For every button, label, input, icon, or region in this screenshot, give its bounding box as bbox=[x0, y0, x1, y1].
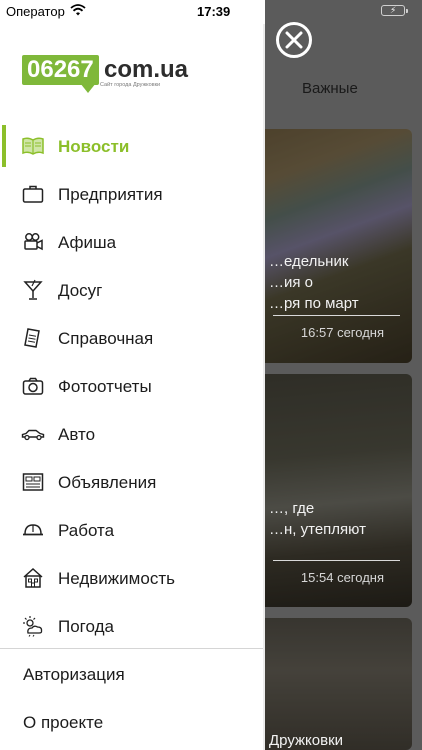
news-card[interactable]: …, где …н, утепляют 15:54 сегодня bbox=[265, 374, 412, 607]
menu-item-weather[interactable]: Погода bbox=[0, 603, 263, 649]
menu-item-afisha[interactable]: Афиша bbox=[0, 219, 263, 265]
menu-item-label: Предприятия bbox=[58, 185, 163, 204]
tab-important[interactable]: Важные bbox=[265, 70, 422, 106]
news-card[interactable]: …едельник …ия о …ря по март 16:57 сегодн… bbox=[265, 129, 412, 363]
news-card-title: Дружковки bbox=[269, 732, 344, 749]
menu-item-label: Фотоотчеты bbox=[58, 377, 152, 396]
close-icon bbox=[285, 31, 303, 49]
news-card-title: …едельник …ия о …ря по март bbox=[269, 253, 359, 312]
site-logo[interactable]: 06267 com.ua Сайт города Дружковки bbox=[22, 55, 188, 99]
about-label: О проекте bbox=[23, 713, 104, 732]
news-card-title: …, где …н, утепляют bbox=[269, 500, 366, 538]
hard-hat-icon bbox=[21, 518, 45, 542]
clock: 17:39 bbox=[197, 4, 231, 19]
menu-item-label: Досуг bbox=[58, 281, 103, 300]
menu-divider bbox=[0, 648, 263, 649]
login-label: Авторизация bbox=[23, 665, 125, 684]
logo-slogan: Сайт города Дружковки bbox=[100, 82, 161, 88]
drawer-edge bbox=[263, 24, 265, 750]
active-marker bbox=[2, 125, 6, 167]
film-camera-icon bbox=[21, 230, 45, 254]
card-divider bbox=[273, 560, 400, 561]
menu-item-label: Справочная bbox=[58, 329, 154, 348]
logo-number: 06267 bbox=[22, 55, 99, 85]
navigation-drawer: 06267 com.ua Сайт города Дружковки Новос… bbox=[0, 0, 265, 750]
wifi-icon bbox=[70, 4, 86, 19]
logo-domain: com.ua bbox=[104, 56, 189, 83]
car-icon bbox=[21, 422, 45, 446]
cocktail-icon bbox=[21, 278, 45, 302]
newspaper-icon bbox=[21, 134, 45, 158]
menu-item-reference[interactable]: Справочная bbox=[0, 315, 263, 361]
carrier-name: Оператор bbox=[6, 4, 65, 19]
menu-item-ads[interactable]: Объявления bbox=[0, 459, 263, 505]
login-link[interactable]: Авторизация bbox=[0, 652, 263, 696]
close-menu-button[interactable] bbox=[276, 22, 312, 58]
weather-icon bbox=[21, 614, 45, 638]
menu-item-companies[interactable]: Предприятия bbox=[0, 171, 263, 217]
menu-item-label: Авто bbox=[58, 425, 96, 444]
menu-item-real-estate[interactable]: Недвижимость bbox=[0, 555, 263, 601]
camera-icon bbox=[21, 374, 45, 398]
menu-item-auto[interactable]: Авто bbox=[0, 411, 263, 457]
status-bar: Оператор 17:39 ⚡ bbox=[0, 0, 422, 24]
menu-item-jobs[interactable]: Работа bbox=[0, 507, 263, 553]
news-card[interactable]: Дружковки bbox=[265, 618, 412, 750]
house-icon bbox=[21, 566, 45, 590]
menu-item-news[interactable]: Новости bbox=[0, 123, 263, 169]
tab-important-label: Важные bbox=[302, 80, 358, 97]
briefcase-icon bbox=[21, 182, 45, 206]
menu-item-label: Работа bbox=[58, 521, 115, 540]
card-divider bbox=[273, 315, 400, 316]
document-icon bbox=[21, 326, 45, 350]
menu-item-label: Погода bbox=[58, 617, 114, 636]
menu-item-label: Объявления bbox=[58, 473, 157, 492]
menu-item-label: Недвижимость bbox=[58, 569, 175, 588]
battery-icon: ⚡ bbox=[381, 5, 408, 16]
menu-item-photoreports[interactable]: Фотоотчеты bbox=[0, 363, 263, 409]
news-card-time: 16:57 сегодня bbox=[300, 325, 384, 340]
background-news-page: Важные …едельник …ия о …ря по март 16:57… bbox=[265, 0, 422, 750]
bulletin-board-icon bbox=[21, 470, 45, 494]
about-link[interactable]: О проекте bbox=[0, 700, 263, 744]
menu-item-label: Афиша bbox=[58, 233, 117, 252]
menu-item-label: Новости bbox=[58, 137, 130, 156]
menu-item-leisure[interactable]: Досуг bbox=[0, 267, 263, 313]
news-card-time: 15:54 сегодня bbox=[300, 570, 384, 585]
